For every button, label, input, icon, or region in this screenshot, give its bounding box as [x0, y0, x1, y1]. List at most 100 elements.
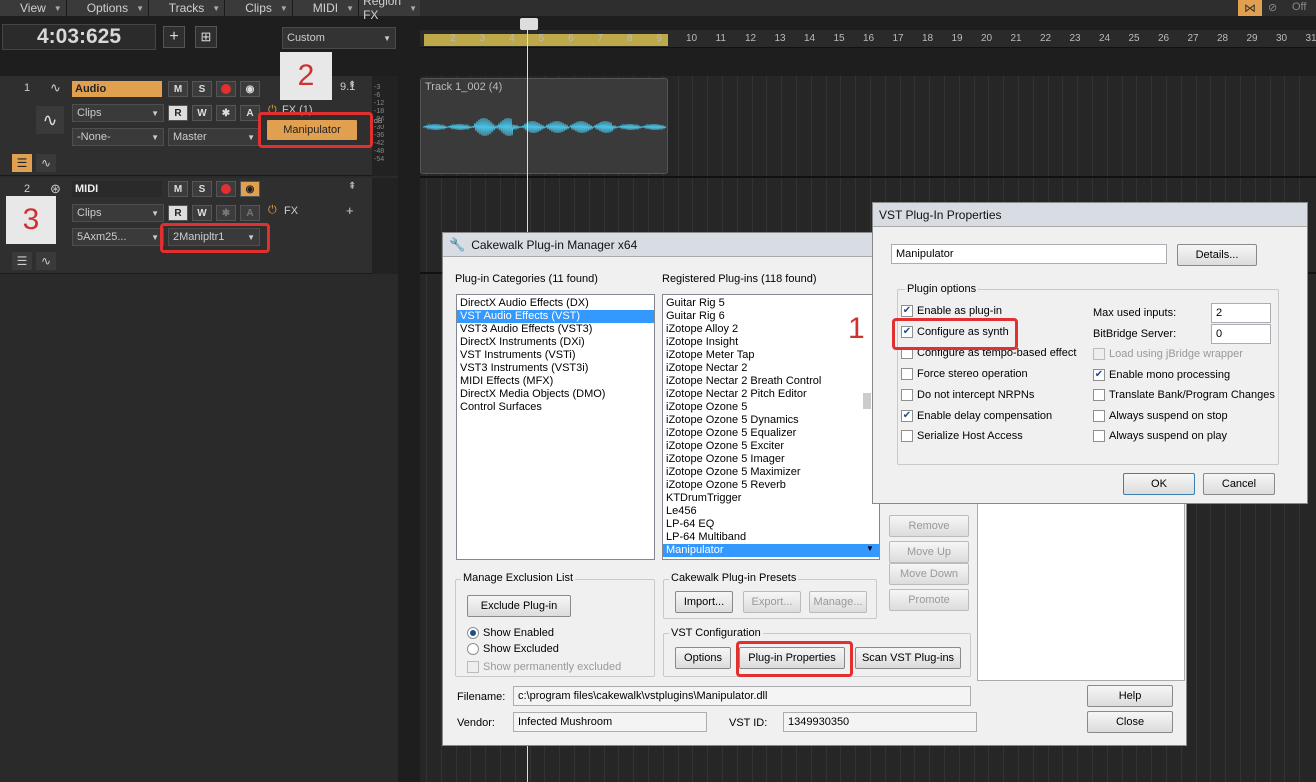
track-name[interactable]: Audio — [72, 81, 162, 97]
input-echo-button[interactable]: ◉ — [240, 81, 260, 97]
plugin-list-item[interactable]: iZotope Ozone 5 Maximizer — [663, 466, 879, 479]
plugin-list-item[interactable]: LP-64 EQ — [663, 518, 879, 531]
category-list-item[interactable]: VST Instruments (VSTi) — [457, 349, 654, 362]
input-select[interactable]: Clips ▼ — [72, 204, 164, 222]
mute-button[interactable]: M — [168, 181, 188, 197]
vst-id-field[interactable]: 1349930350 — [783, 712, 977, 732]
close-button[interactable]: Close — [1087, 711, 1173, 733]
plugin-list-item[interactable]: iZotope Nectar 2 Pitch Editor — [663, 388, 879, 401]
track-preset-select[interactable]: Custom ▼ — [282, 27, 396, 49]
now-marker-icon[interactable] — [520, 18, 538, 30]
solo-button[interactable]: S — [192, 181, 212, 197]
plugin-list-item[interactable]: iZotope Nectar 2 Breath Control — [663, 375, 879, 388]
show-enabled-radio[interactable]: Show Enabled — [467, 627, 554, 639]
category-list-item[interactable]: DirectX Audio Effects (DX) — [457, 297, 654, 310]
fx-power-icon[interactable]: ⏻ — [268, 204, 277, 217]
category-list-item[interactable]: MIDI Effects (MFX) — [457, 375, 654, 388]
mute-button[interactable]: M — [168, 81, 188, 97]
plugin-list-item[interactable]: KTDrumTrigger — [663, 492, 879, 505]
jbridge-checkbox[interactable]: Load using jBridge wrapper — [1093, 348, 1243, 360]
promote-button[interactable]: Promote — [889, 589, 969, 611]
snap-toggle-icon[interactable]: ⊘ — [1268, 1, 1277, 14]
input-echo-button[interactable]: ◉ — [240, 181, 260, 197]
vendor-field[interactable]: Infected Mushroom — [513, 712, 707, 732]
input-select[interactable]: Clips ▼ — [72, 104, 164, 122]
star-button[interactable]: ✱ — [216, 105, 236, 121]
write-automation-button[interactable]: W — [192, 205, 212, 221]
ok-button[interactable]: OK — [1123, 473, 1195, 495]
menu-region-fx[interactable]: Region FX ▼ — [359, 0, 423, 22]
category-list-item[interactable]: VST3 Audio Effects (VST3) — [457, 323, 654, 336]
routing-input-select[interactable]: -None- ▼ — [72, 128, 164, 146]
show-excluded-radio[interactable]: Show Excluded — [467, 643, 559, 655]
category-list-item[interactable]: VST3 Instruments (VST3i) — [457, 362, 654, 375]
audio-clip[interactable]: Track 1_002 (4) — [420, 78, 668, 174]
suspend-on-play-checkbox[interactable]: Always suspend on play — [1093, 430, 1227, 442]
solo-button[interactable]: S — [192, 81, 212, 97]
plugin-list-item[interactable]: Guitar Rig 6 — [663, 310, 879, 323]
help-button[interactable]: Help — [1087, 685, 1173, 707]
archive-button[interactable]: A — [240, 105, 260, 121]
plugin-list-item[interactable]: iZotope Ozone 5 Equalizer — [663, 427, 879, 440]
add-track-button[interactable]: + — [163, 26, 185, 48]
delay-compensation-checkbox[interactable]: ✔ Enable delay compensation — [901, 410, 1052, 422]
list-scrollbar-thumb[interactable] — [863, 393, 871, 409]
add-folder-icon[interactable]: ⊞ — [195, 26, 217, 48]
import-button[interactable]: Import... — [675, 591, 733, 613]
plugin-list-item[interactable]: Le456 — [663, 505, 879, 518]
automation-lane-icon[interactable]: ∿ — [36, 252, 56, 270]
archive-button[interactable]: A — [240, 205, 260, 221]
midi-input-select[interactable]: 5Axm25... ▼ — [72, 228, 164, 246]
menu-options[interactable]: Options ▼ — [67, 0, 149, 16]
translate-bank-checkbox[interactable]: Translate Bank/Program Changes — [1093, 389, 1275, 401]
bitbridge-field[interactable]: 0 — [1211, 324, 1271, 344]
mono-processing-checkbox[interactable]: ✔ Enable mono processing — [1093, 369, 1230, 381]
enable-as-plugin-checkbox[interactable]: ✔ Enable as plug-in — [901, 305, 1002, 317]
manage-button[interactable]: Manage... — [809, 591, 867, 613]
track-name[interactable]: MIDI — [72, 181, 162, 197]
options-button[interactable]: Options — [675, 647, 731, 669]
filename-field[interactable]: c:\program files\cakewalk\vstplugins\Man… — [513, 686, 971, 706]
plugin-list-item[interactable]: iZotope Ozone 5 Imager — [663, 453, 879, 466]
force-stereo-checkbox[interactable]: Force stereo operation — [901, 368, 1028, 380]
plugin-list-item[interactable]: iZotope Ozone 5 Exciter — [663, 440, 879, 453]
do-not-intercept-nrpns-checkbox[interactable]: Do not intercept NRPNs — [901, 389, 1034, 401]
categories-list[interactable]: DirectX Audio Effects (DX) VST Audio Effe… — [456, 294, 655, 560]
plugin-list-item[interactable]: iZotope Ozone 5 Dynamics — [663, 414, 879, 427]
record-arm-button[interactable] — [216, 181, 236, 197]
add-fx-icon[interactable]: + — [346, 203, 354, 218]
snap-off-label[interactable]: Off — [1292, 1, 1306, 13]
move-up-button[interactable]: Move Up — [889, 541, 969, 563]
plugin-list-item[interactable]: Manipulator — [663, 544, 879, 557]
snap-icon[interactable]: ⋈ — [1238, 0, 1262, 16]
show-permanently-excluded-checkbox[interactable]: Show permanently excluded — [467, 661, 621, 673]
max-inputs-field[interactable]: 2 — [1211, 303, 1271, 323]
category-list-item[interactable]: DirectX Instruments (DXi) — [457, 336, 654, 349]
plugin-list-item[interactable]: iZotope Ozone 5 Reverb — [663, 479, 879, 492]
details-button[interactable]: Details... — [1177, 244, 1257, 266]
plugin-list-item[interactable]: iZotope Meter Tap — [663, 349, 879, 362]
plugin-list-item[interactable]: LP-64 Multiband — [663, 531, 879, 544]
plugin-list-item[interactable]: iZotope Nectar 2 — [663, 362, 879, 375]
category-list-item[interactable]: Control Surfaces — [457, 401, 654, 414]
track-view-icon[interactable]: ☰ — [12, 252, 32, 270]
plugin-list-item[interactable]: Guitar Rig 5 — [663, 297, 879, 310]
serialize-host-access-checkbox[interactable]: Serialize Host Access — [901, 430, 1023, 442]
menu-tracks[interactable]: Tracks ▼ — [149, 0, 226, 16]
expand-icon[interactable]: ⇞ — [348, 80, 356, 91]
plugin-list-item[interactable]: iZotope Ozone 5 — [663, 401, 879, 414]
read-automation-button[interactable]: R — [168, 205, 188, 221]
record-arm-button[interactable] — [216, 81, 236, 97]
plugin-list-item[interactable]: iZotope Alloy 2 — [663, 323, 879, 336]
category-list-item[interactable]: VST Audio Effects (VST) — [457, 310, 654, 323]
expand-icon[interactable]: ⇞ — [348, 181, 356, 192]
time-display[interactable]: 4:03:625 — [2, 24, 156, 50]
menu-view[interactable]: View ▼ — [0, 0, 67, 16]
move-down-button[interactable]: Move Down — [889, 563, 969, 585]
plugin-name-field[interactable]: Manipulator — [891, 244, 1167, 264]
exclude-plugin-button[interactable]: Exclude Plug-in — [467, 595, 571, 617]
remove-button[interactable]: Remove — [889, 515, 969, 537]
track-view-icon[interactable]: ☰ — [12, 154, 32, 172]
suspend-on-stop-checkbox[interactable]: Always suspend on stop — [1093, 410, 1228, 422]
scan-vst-plugins-button[interactable]: Scan VST Plug-ins — [855, 647, 961, 669]
